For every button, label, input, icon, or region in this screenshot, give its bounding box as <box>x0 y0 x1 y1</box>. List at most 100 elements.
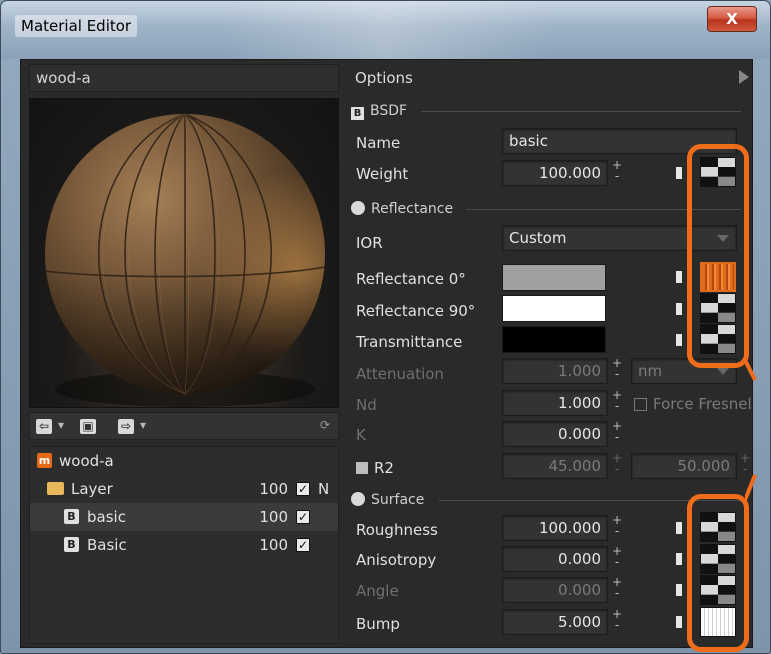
client-area: wood-a ⇦ ▾ ▣ ⇨ ▾ ⟳ m wood-a Layer 100 ✓ … <box>20 59 757 652</box>
bsdf-enabled-checkbox[interactable]: ✓ <box>296 538 310 552</box>
roughness-stepper[interactable]: + - <box>612 514 622 541</box>
refresh-icon[interactable]: ⟳ <box>320 418 330 432</box>
force-fresnel-label: Force Fresnel <box>653 395 752 413</box>
bsdf-enabled-checkbox[interactable]: ✓ <box>296 510 310 524</box>
material-preview[interactable] <box>29 98 339 408</box>
callout-connector-lines <box>745 360 757 501</box>
reflectance0-map-toggle[interactable] <box>676 271 682 283</box>
name-label: Name <box>356 134 401 152</box>
angle-stepper[interactable]: + - <box>612 576 622 603</box>
anisotropy-map-toggle[interactable] <box>676 553 682 565</box>
material-name-field[interactable]: wood-a <box>29 64 339 92</box>
bump-map-toggle[interactable] <box>676 616 682 628</box>
anisotropy-label: Anisotropy <box>356 551 437 569</box>
reflectance-section-header[interactable]: Reflectance <box>351 199 453 219</box>
reflectance90-color-swatch[interactable] <box>502 295 606 322</box>
layer-weight: 100 <box>259 480 288 498</box>
texture-slots-highlight-top <box>687 144 749 368</box>
k-stepper[interactable]: + - <box>612 420 622 447</box>
r2-checkbox-box <box>356 462 368 474</box>
tree-item-label: wood-a <box>59 452 114 470</box>
bsdf-section-header: B BSDF <box>351 101 407 121</box>
attenuation-label: Attenuation <box>356 365 444 383</box>
bsdf-badge-icon: B <box>64 537 79 552</box>
material-editor-window: Material Editor X wood-a ⇦ ▾ ▣ ⇨ ▾ ⟳ m w… <box>0 0 771 654</box>
tree-item-layer[interactable]: Layer 100 ✓ N <box>30 475 338 503</box>
tree-item-bsdf-basic[interactable]: B basic 100 ✓ <box>30 503 338 531</box>
nd-stepper[interactable]: + - <box>612 389 622 416</box>
anisotropy-stepper[interactable]: + - <box>612 545 622 572</box>
bsdf-weight: 100 <box>259 508 288 526</box>
r2-stepper-1[interactable]: + - <box>612 452 622 479</box>
surface-section-header[interactable]: Surface <box>351 490 424 510</box>
unit-chevron-down-icon[interactable] <box>717 368 729 375</box>
bsdf-title: BSDF <box>370 103 408 119</box>
r2-field-1[interactable]: 45.000 <box>502 453 608 479</box>
anisotropy-field[interactable]: 0.000 <box>502 546 608 572</box>
forward-dropdown-icon[interactable]: ▾ <box>140 418 146 432</box>
attenuation-field[interactable]: 1.000 <box>502 358 608 384</box>
reflectance90-label: Reflectance 90° <box>356 302 476 320</box>
back-arrow-icon[interactable]: ⇦ <box>36 419 52 434</box>
weight-map-toggle[interactable] <box>676 167 682 179</box>
window-title: Material Editor <box>15 15 138 37</box>
options-expand-icon[interactable] <box>739 70 749 84</box>
roughness-map-toggle[interactable] <box>676 522 682 534</box>
forward-arrow-icon[interactable]: ⇨ <box>118 419 134 434</box>
attenuation-stepper[interactable]: + - <box>612 357 622 384</box>
bump-stepper[interactable]: + - <box>612 608 622 635</box>
checkbox-box <box>634 398 647 411</box>
bump-field[interactable]: 5.000 <box>502 609 608 635</box>
transmittance-color-swatch[interactable] <box>502 326 606 353</box>
tree-item-material[interactable]: m wood-a <box>30 447 338 475</box>
transmittance-map-toggle[interactable] <box>676 334 682 346</box>
r2-field-2[interactable]: 50.000 <box>631 453 737 479</box>
k-field[interactable]: 0.000 <box>502 421 608 447</box>
roughness-label: Roughness <box>356 521 438 539</box>
layer-extra: N <box>318 480 330 498</box>
material-tree: m wood-a Layer 100 ✓ N B basic 100 ✓ B B… <box>29 446 339 644</box>
preview-toolbar: ⇦ ▾ ▣ ⇨ ▾ ⟳ <box>29 412 339 440</box>
angle-label: Angle <box>356 582 399 600</box>
collapse-icon <box>351 492 365 506</box>
angle-field[interactable]: 0.000 <box>502 577 608 603</box>
texture-slots-highlight-bottom <box>687 494 749 652</box>
k-label: K <box>356 426 366 444</box>
section-divider <box>421 111 741 112</box>
camera-icon[interactable]: ▣ <box>80 419 96 434</box>
bsdf-weight: 100 <box>259 536 288 554</box>
reflectance0-color-swatch[interactable] <box>502 264 606 291</box>
surface-title: Surface <box>371 492 425 508</box>
options-header[interactable]: Options <box>355 66 745 90</box>
nd-field[interactable]: 1.000 <box>502 390 608 416</box>
force-fresnel-checkbox[interactable]: Force Fresnel <box>634 395 752 413</box>
nd-label: Nd <box>356 396 377 414</box>
tree-item-label: basic <box>87 508 126 526</box>
layer-enabled-checkbox[interactable]: ✓ <box>296 482 310 496</box>
bsdf-badge-icon: B <box>351 107 364 120</box>
reflectance90-map-toggle[interactable] <box>676 303 682 315</box>
weight-label: Weight <box>356 165 409 183</box>
weight-field[interactable]: 100.000 <box>502 160 608 186</box>
wood-sphere-render <box>44 113 326 407</box>
angle-map-toggle[interactable] <box>676 584 682 596</box>
tree-item-label: Basic <box>87 536 127 554</box>
reflectance-title: Reflectance <box>371 201 454 217</box>
material-badge-icon: m <box>37 453 52 468</box>
title-bar[interactable]: Material Editor X <box>1 1 770 59</box>
bump-label: Bump <box>356 615 400 633</box>
tree-item-bsdf-basic-2[interactable]: B Basic 100 ✓ <box>30 531 338 559</box>
transmittance-label: Transmittance <box>356 333 463 351</box>
r2-checkbox[interactable]: R2 <box>356 459 394 477</box>
back-dropdown-icon[interactable]: ▾ <box>58 418 64 432</box>
ior-label: IOR <box>356 234 383 252</box>
close-button[interactable]: X <box>707 6 757 32</box>
roughness-field[interactable]: 100.000 <box>502 515 608 541</box>
bsdf-badge-icon: B <box>64 509 79 524</box>
collapse-icon <box>351 201 365 215</box>
titlebar-shade <box>221 1 551 59</box>
r2-label: R2 <box>374 459 394 477</box>
reflectance0-label: Reflectance 0° <box>356 270 466 288</box>
weight-stepper[interactable]: + - <box>612 159 622 186</box>
folder-icon <box>47 482 64 495</box>
